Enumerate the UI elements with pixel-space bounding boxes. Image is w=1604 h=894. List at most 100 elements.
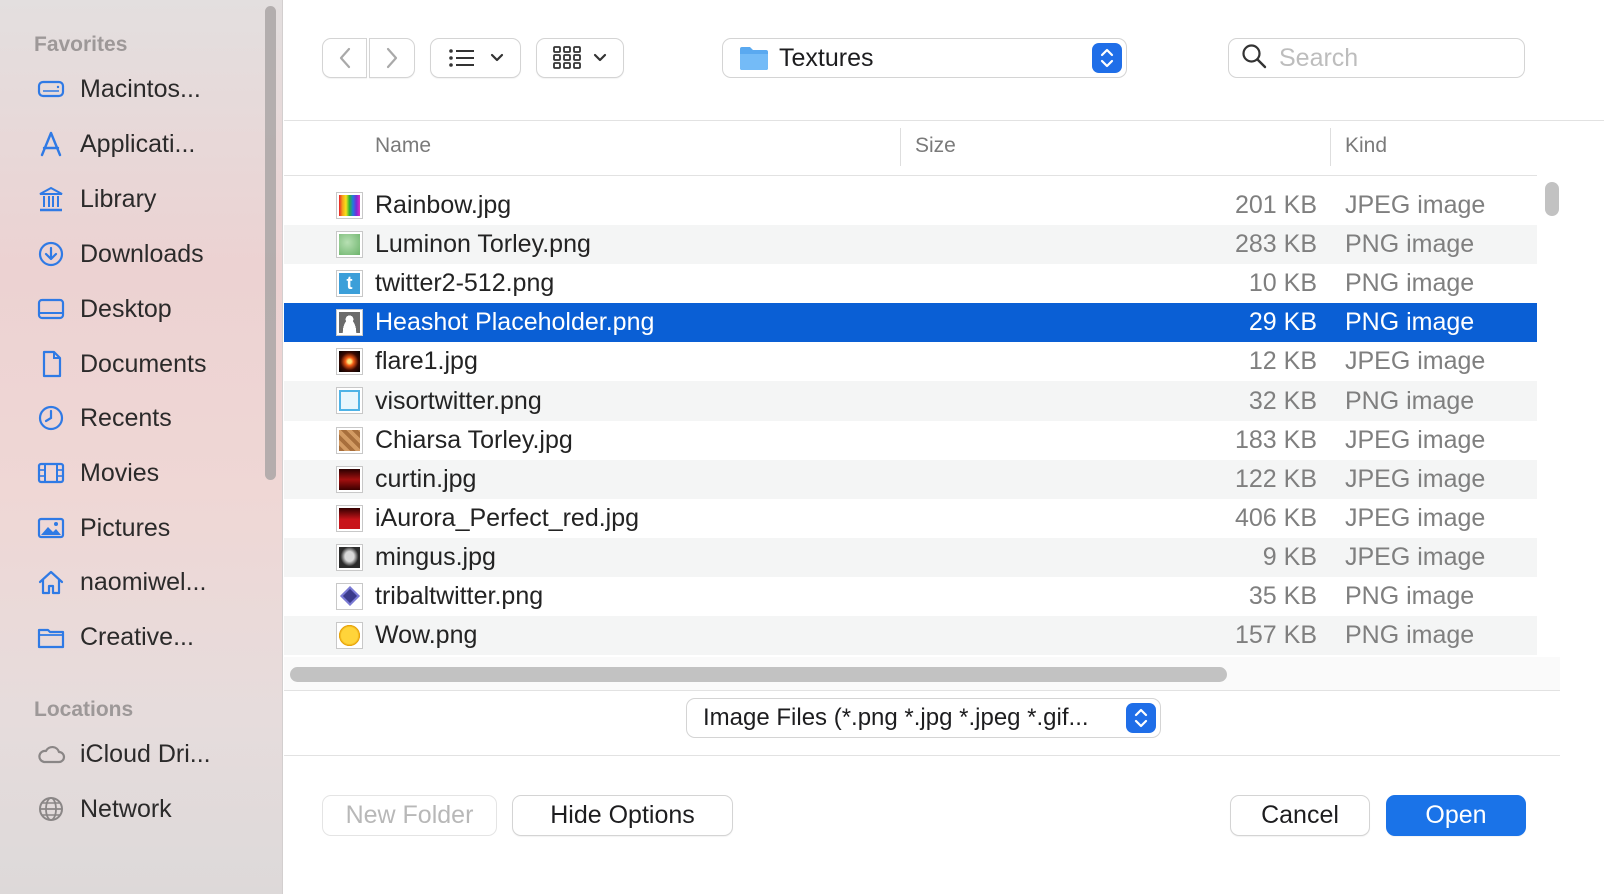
file-row[interactable]: flare1.jpg 12 KB JPEG image	[284, 342, 1537, 381]
clock-icon	[34, 401, 68, 435]
chevron-down-icon	[490, 53, 504, 63]
file-thumbnail	[336, 426, 363, 454]
horizontal-scrollbar[interactable]	[290, 667, 1227, 682]
file-thumbnail	[336, 582, 363, 610]
file-thumbnail	[336, 543, 363, 571]
file-name: Chiarsa Torley.jpg	[375, 425, 573, 454]
file-size: 157 KB	[1234, 621, 1317, 650]
file-thumbnail	[336, 192, 363, 219]
column-header-name[interactable]: Name	[375, 134, 431, 158]
hide-options-button[interactable]: Hide Options	[512, 795, 733, 836]
forward-button[interactable]	[369, 38, 415, 78]
search-field[interactable]	[1228, 38, 1525, 78]
open-button[interactable]: Open	[1386, 795, 1526, 836]
file-size: 10 KB	[1248, 269, 1317, 298]
sidebar-item-documents[interactable]: Documents	[34, 341, 254, 387]
file-kind: JPEG image	[1345, 503, 1486, 532]
icon-view-button[interactable]	[536, 38, 624, 78]
cloud-icon	[34, 737, 68, 771]
sidebar-item-desktop[interactable]: Desktop	[34, 286, 254, 332]
file-size: 406 KB	[1234, 503, 1317, 532]
chevron-left-icon	[338, 47, 352, 69]
file-row[interactable]: iAurora_Perfect_red.jpg 406 KB JPEG imag…	[284, 499, 1537, 538]
column-header-kind[interactable]: Kind	[1345, 134, 1387, 158]
favorites-section-title: Favorites	[34, 33, 128, 56]
chevron-right-icon	[385, 47, 399, 69]
column-divider[interactable]	[1330, 128, 1331, 166]
column-divider[interactable]	[900, 128, 901, 166]
sidebar-item-applications[interactable]: Applicati...	[34, 121, 254, 167]
file-row[interactable]: Rainbow.jpg 201 KB JPEG image	[284, 186, 1537, 225]
file-row[interactable]: mingus.jpg 9 KB JPEG image	[284, 537, 1537, 577]
sidebar-item-recents[interactable]: Recents	[34, 395, 254, 441]
sidebar-item-label: Documents	[80, 349, 207, 378]
file-size: 183 KB	[1234, 425, 1317, 454]
file-kind: JPEG image	[1345, 347, 1486, 376]
sidebar-item-label: Desktop	[80, 294, 172, 323]
file-row[interactable]: Wow.png 157 KB PNG image	[284, 616, 1537, 656]
sidebar-item-creative[interactable]: Creative...	[34, 614, 254, 660]
sidebar-item-pictures[interactable]: Pictures	[34, 505, 254, 551]
file-thumbnail	[336, 231, 363, 259]
column-header-size[interactable]: Size	[915, 134, 956, 158]
file-size: 201 KB	[1234, 191, 1317, 220]
file-row[interactable]: Luminon Torley.png 283 KB PNG image	[284, 225, 1537, 265]
list-bottom-divider	[284, 690, 1560, 691]
file-size: 12 KB	[1248, 347, 1317, 376]
sidebar-scrollbar[interactable]	[265, 6, 276, 480]
chevron-down-icon	[593, 53, 607, 63]
file-name: mingus.jpg	[375, 542, 496, 571]
desktop-icon	[34, 292, 68, 326]
applications-icon	[34, 127, 68, 161]
sidebar-item-movies[interactable]: Movies	[34, 450, 254, 496]
sidebar-item-icloud-drive[interactable]: iCloud Dri...	[34, 731, 254, 777]
file-thumbnail	[336, 504, 363, 532]
file-row[interactable]: tribaltwitter.png 35 KB PNG image	[284, 577, 1537, 616]
file-size: 29 KB	[1248, 308, 1317, 337]
file-row[interactable]: t twitter2-512.png 10 KB PNG image	[284, 264, 1537, 303]
document-icon	[34, 347, 68, 381]
sidebar-item-library[interactable]: Library	[34, 176, 254, 222]
file-name: twitter2-512.png	[375, 269, 555, 298]
sidebar-item-label: naomiwel...	[80, 567, 207, 596]
file-row[interactable]: Chiarsa Torley.jpg 183 KB JPEG image	[284, 421, 1537, 460]
current-folder-name: Textures	[779, 43, 874, 72]
file-row-selected[interactable]: Heashot Placeholder.png 29 KB PNG image	[284, 303, 1537, 343]
sidebar-item-label: Downloads	[80, 239, 204, 268]
file-thumbnail	[336, 309, 363, 337]
file-list: Rainbow.jpg 201 KB JPEG image Luminon To…	[284, 186, 1537, 656]
sidebar-item-macintosh-hd[interactable]: Macintos...	[34, 66, 254, 112]
up-down-arrows-icon	[1126, 703, 1156, 733]
back-button[interactable]	[322, 38, 367, 78]
file-thumbnail	[336, 387, 363, 415]
file-thumbnail	[336, 348, 363, 376]
home-icon	[34, 565, 68, 599]
search-input[interactable]	[1279, 43, 1509, 73]
sidebar-item-network[interactable]: Network	[34, 786, 254, 832]
hard-drive-icon	[34, 72, 68, 106]
list-view-icon	[448, 47, 476, 69]
globe-icon	[34, 792, 68, 826]
vertical-scrollbar[interactable]	[1545, 182, 1559, 216]
folder-location-popup[interactable]: Textures	[722, 38, 1127, 78]
file-row[interactable]: curtin.jpg 122 KB JPEG image	[284, 459, 1537, 499]
film-icon	[34, 456, 68, 490]
file-name: tribaltwitter.png	[375, 581, 544, 610]
file-size: 283 KB	[1234, 230, 1317, 259]
file-name: Rainbow.jpg	[375, 191, 512, 220]
list-view-button[interactable]	[430, 38, 521, 78]
file-size: 35 KB	[1248, 581, 1317, 610]
library-icon	[34, 182, 68, 216]
file-row[interactable]: visortwitter.png 32 KB PNG image	[284, 381, 1537, 421]
sidebar-item-label: Creative...	[80, 622, 194, 651]
file-type-popup[interactable]: Image Files (*.png *.jpg *.jpeg *.gif...	[686, 698, 1161, 738]
sidebar-item-home[interactable]: naomiwel...	[34, 559, 254, 605]
cancel-button[interactable]: Cancel	[1230, 795, 1370, 836]
file-name: visortwitter.png	[375, 386, 542, 415]
sidebar-item-label: Network	[80, 794, 172, 823]
file-name: Wow.png	[375, 621, 478, 650]
file-size: 9 KB	[1262, 542, 1317, 571]
sidebar-item-downloads[interactable]: Downloads	[34, 231, 254, 277]
sidebar-item-label: Pictures	[80, 513, 171, 542]
new-folder-button[interactable]: New Folder	[322, 795, 497, 836]
